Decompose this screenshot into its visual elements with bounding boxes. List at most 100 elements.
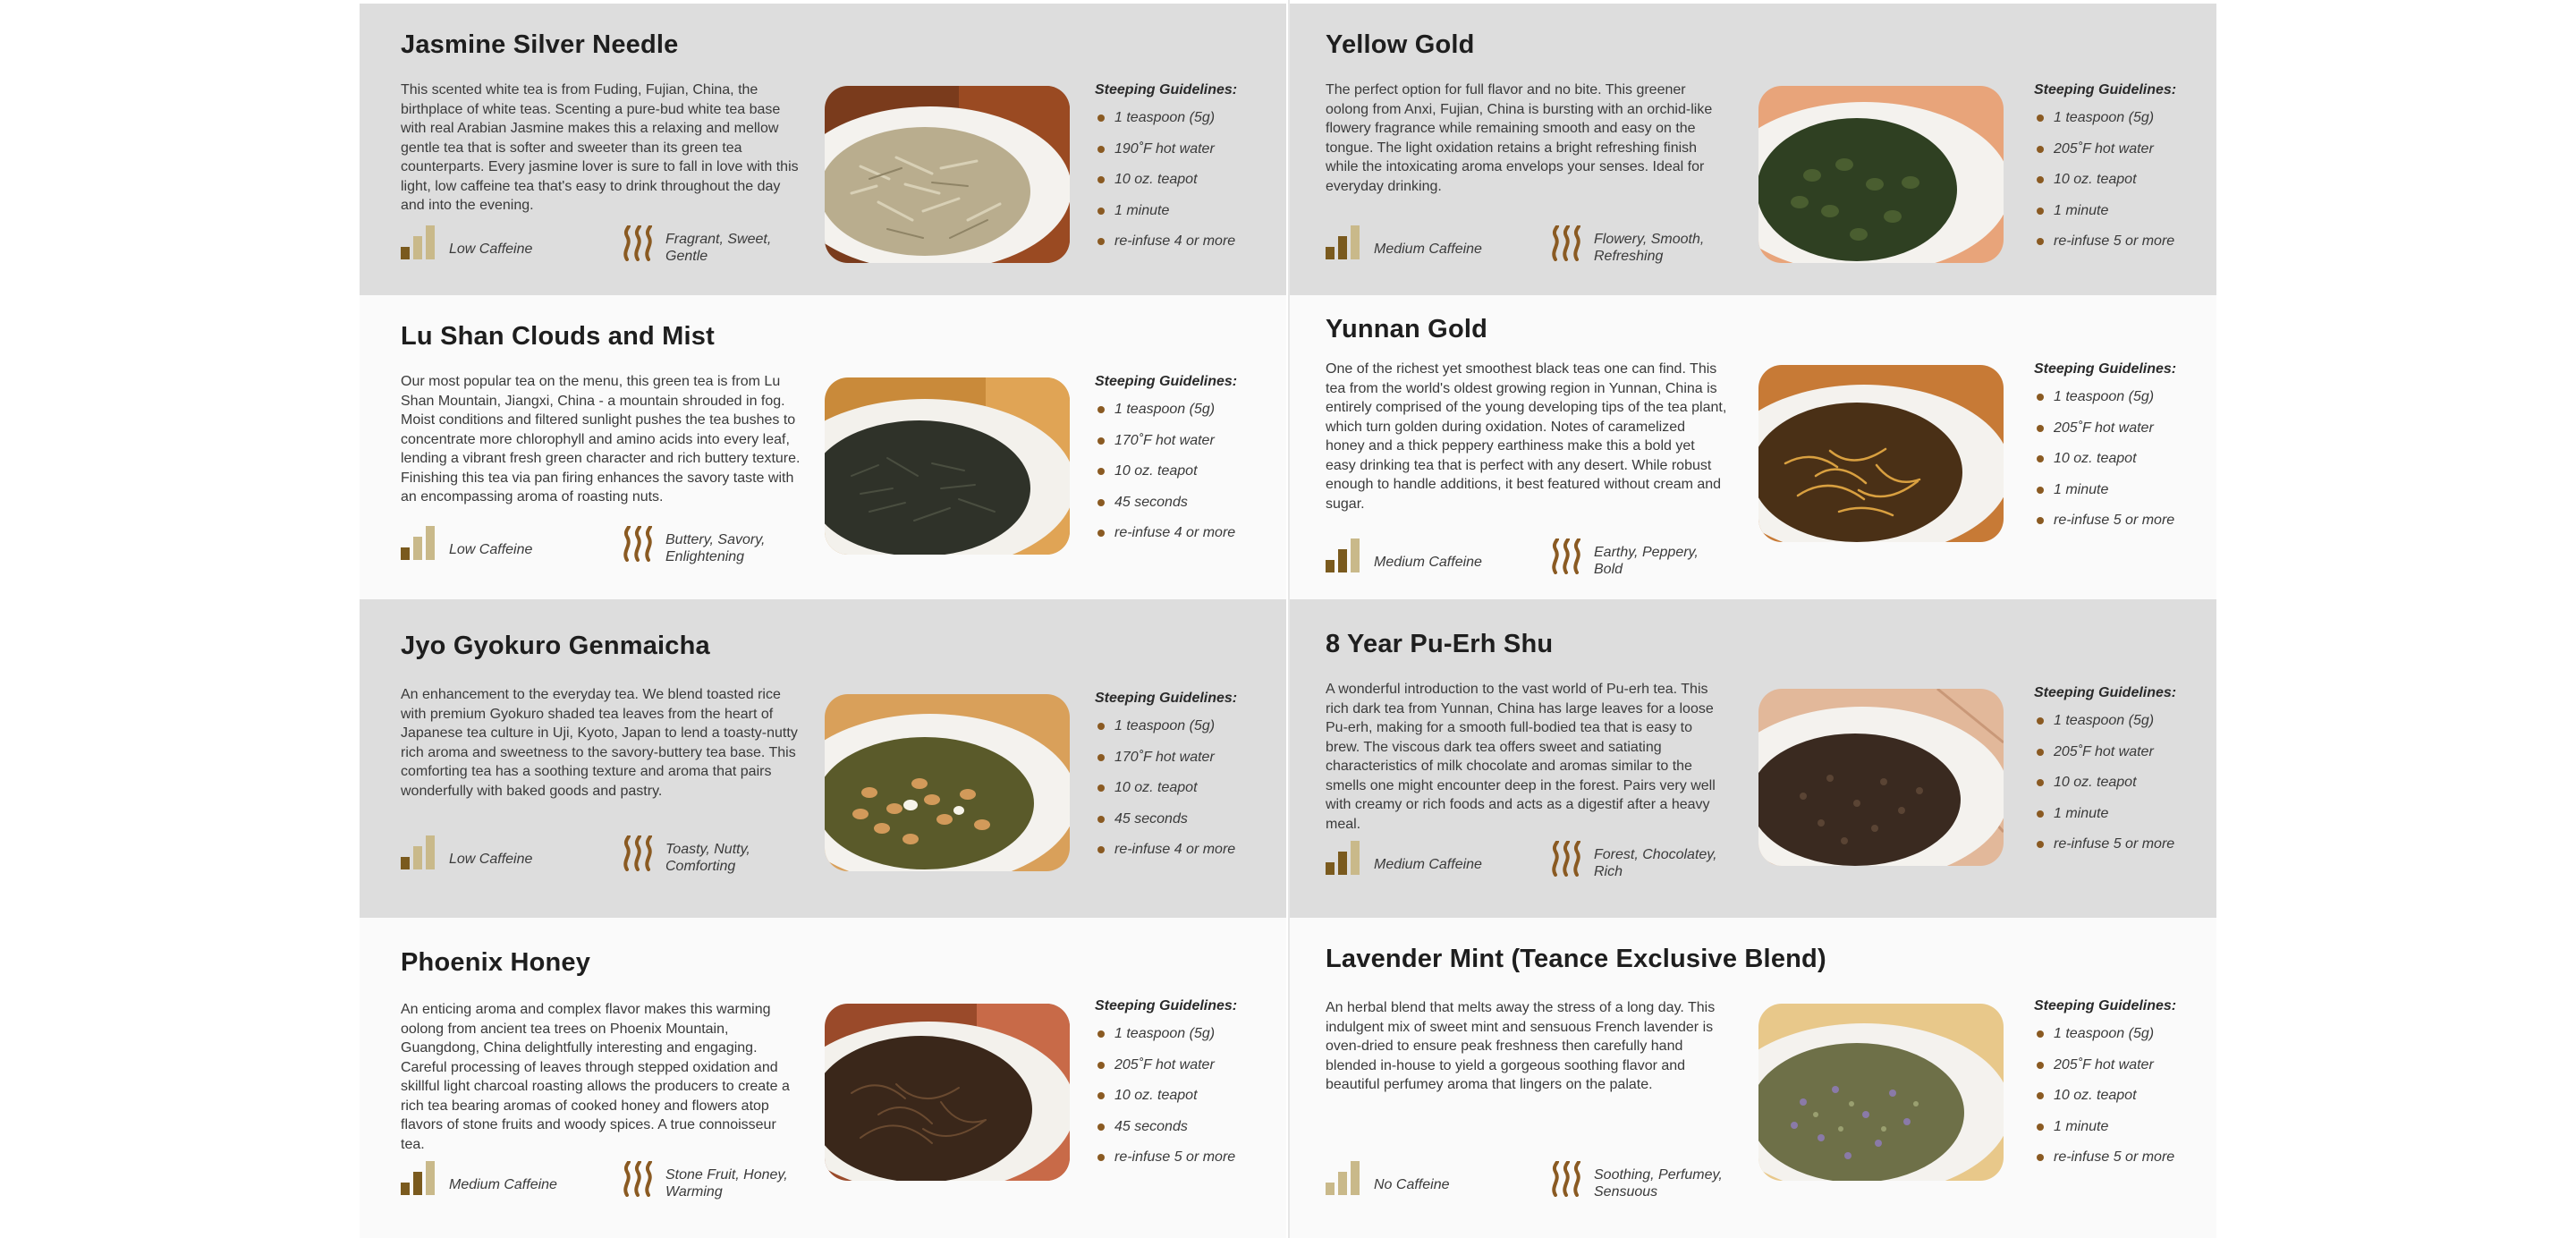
bullet-dot-icon [1097, 498, 1105, 506]
steeping-text: 10 oz. teapot [2054, 172, 2137, 187]
caffeine-label: Medium Caffeine [1374, 242, 1482, 257]
bullet-dot-icon [1097, 1123, 1105, 1131]
steeping-item: re-infuse 5 or more [2034, 835, 2217, 867]
aroma-steam-icon [623, 225, 652, 261]
steeping-item: 205˚F hot water [2034, 743, 2217, 775]
tea-leaf-photo [1758, 1004, 2004, 1181]
tea-description: A wonderful introduction to the vast wor… [1326, 682, 1716, 832]
bullet-dot-icon [1097, 1092, 1105, 1099]
steeping-text: 1 minute [1114, 202, 1170, 218]
steeping-text: re-infuse 5 or more [2054, 233, 2175, 249]
steeping-text: re-infuse 5 or more [2054, 513, 2175, 528]
steeping-item: 10 oz. teapot [2034, 774, 2217, 805]
steeping-item: 1 minute [2034, 1118, 2217, 1149]
steeping-item: 1 teaspoon (5g) [2034, 712, 2217, 743]
bullet-dot-icon [2037, 1123, 2044, 1131]
steeping-text: re-infuse 4 or more [1114, 233, 1236, 249]
flavor-label: Buttery, Savory, Enlightening [665, 532, 766, 564]
steeping-text: 1 teaspoon (5g) [2054, 389, 2155, 404]
steeping-item: re-infuse 4 or more [1095, 233, 1278, 264]
steeping-heading: Steeping Guidelines: [2034, 82, 2177, 98]
steeping-text: 1 teaspoon (5g) [1114, 718, 1216, 733]
steeping-item: re-infuse 4 or more [1095, 841, 1278, 872]
steeping-text: 10 oz. teapot [1114, 172, 1198, 187]
bullet-dot-icon [1097, 176, 1105, 183]
steeping-text: 205˚F hot water [2054, 140, 2154, 157]
tea-card-8-year-pu-erh-shu: 8 Year Pu-Erh Shu A wonderful introducti… [1290, 599, 2216, 918]
steeping-item: 170˚F hot water [1095, 432, 1278, 463]
tea-name: Yellow Gold [1326, 30, 1475, 59]
flavor-label: Soothing, Perfumey, Sensuous [1594, 1167, 1723, 1200]
flavor-label: Fragrant, Sweet, Gentle [665, 232, 772, 264]
steeping-text: 1 minute [2054, 805, 2109, 821]
caffeine-label: No Caffeine [1374, 1177, 1450, 1192]
steeping-heading: Steeping Guidelines: [2034, 998, 2177, 1013]
steeping-text: 1 minute [2054, 481, 2109, 497]
steeping-text: 45 seconds [1114, 494, 1188, 510]
aroma-steam-icon [623, 526, 652, 562]
steeping-text: re-infuse 4 or more [1114, 842, 1236, 857]
steeping-text: 205˚F hot water [2054, 1056, 2154, 1073]
steeping-item: 170˚F hot water [1095, 749, 1278, 780]
caffeine-label: Low Caffeine [449, 852, 533, 867]
tea-description: The perfect option for full flavor and n… [1326, 82, 1713, 194]
steeping-item: 205˚F hot water [1095, 1056, 1278, 1088]
bullet-dot-icon [2037, 1154, 2044, 1161]
bullet-dot-icon [2037, 207, 2044, 215]
steeping-item: re-infuse 5 or more [2034, 512, 2217, 543]
steeping-guidelines: Steeping Guidelines: 1 teaspoon (5g) 205… [2034, 82, 2217, 264]
steeping-text: 1 teaspoon (5g) [2054, 110, 2155, 125]
tea-card-yunnan-gold: Yunnan Gold One of the richest yet smoot… [1290, 295, 2216, 599]
bullet-dot-icon [2037, 176, 2044, 183]
tea-name: Jasmine Silver Needle [401, 30, 679, 59]
steeping-guidelines: Steeping Guidelines: 1 teaspoon (5g) 170… [1095, 374, 1278, 555]
steeping-text: 1 minute [2054, 1118, 2109, 1134]
steeping-text: 10 oz. teapot [1114, 463, 1198, 479]
steeping-item: 45 seconds [1095, 494, 1278, 525]
steeping-text: 1 teaspoon (5g) [1114, 402, 1216, 417]
steeping-item: 205˚F hot water [2034, 420, 2217, 451]
steeping-list: 1 teaspoon (5g) 170˚F hot water 10 oz. t… [1095, 717, 1278, 872]
caffeine-label: Medium Caffeine [449, 1177, 557, 1192]
tea-leaf-photo [1758, 689, 2004, 866]
bullet-dot-icon [2037, 810, 2044, 818]
steeping-text: 190˚F hot water [1114, 140, 1215, 157]
steeping-item: 10 oz. teapot [1095, 1087, 1278, 1118]
bullet-dot-icon [1097, 207, 1105, 215]
tea-menu-left-column: Jasmine Silver Needle This scented white… [360, 0, 1288, 1238]
steeping-item: 10 oz. teapot [2034, 450, 2217, 481]
steeping-list: 1 teaspoon (5g) 190˚F hot water 10 oz. t… [1095, 109, 1278, 264]
caffeine-bars-icon [1326, 225, 1360, 259]
bullet-dot-icon [2037, 455, 2044, 462]
caffeine-bars-icon [1326, 538, 1360, 572]
caffeine-bars-icon [401, 526, 435, 560]
steeping-heading: Steeping Guidelines: [1095, 82, 1238, 98]
bullet-dot-icon [2037, 1030, 2044, 1038]
tea-card-jasmine-silver-needle: Jasmine Silver Needle This scented white… [360, 4, 1286, 295]
steeping-text: 10 oz. teapot [2054, 451, 2137, 466]
steeping-guidelines: Steeping Guidelines: 1 teaspoon (5g) 205… [1095, 998, 1278, 1180]
steeping-item: 10 oz. teapot [2034, 1087, 2217, 1118]
caffeine-bars-icon [1326, 841, 1360, 875]
bullet-dot-icon [1097, 723, 1105, 730]
caffeine-bars-icon [401, 835, 435, 869]
steeping-item: 1 teaspoon (5g) [1095, 717, 1278, 749]
steeping-item: 1 teaspoon (5g) [1095, 109, 1278, 140]
steeping-text: 10 oz. teapot [2054, 775, 2137, 790]
bullet-dot-icon [1097, 530, 1105, 537]
bullet-dot-icon [2037, 394, 2044, 401]
steeping-item: 10 oz. teapot [1095, 171, 1278, 202]
caffeine-label: Medium Caffeine [1374, 555, 1482, 570]
steeping-text: 1 teaspoon (5g) [2054, 713, 2155, 728]
steeping-item: re-infuse 4 or more [1095, 524, 1278, 555]
steeping-item: 190˚F hot water [1095, 140, 1278, 172]
flavor-label: Stone Fruit, Honey, Warming [665, 1167, 788, 1200]
bullet-dot-icon [1097, 1030, 1105, 1038]
tea-leaf-photo [825, 1004, 1070, 1181]
steeping-list: 1 teaspoon (5g) 205˚F hot water 10 oz. t… [2034, 388, 2217, 543]
steeping-item: 1 minute [2034, 481, 2217, 513]
steeping-heading: Steeping Guidelines: [1095, 691, 1238, 706]
tea-description: An herbal blend that melts away the stre… [1326, 1000, 1716, 1092]
steeping-item: 1 teaspoon (5g) [2034, 1025, 2217, 1056]
bullet-dot-icon [1097, 406, 1105, 413]
